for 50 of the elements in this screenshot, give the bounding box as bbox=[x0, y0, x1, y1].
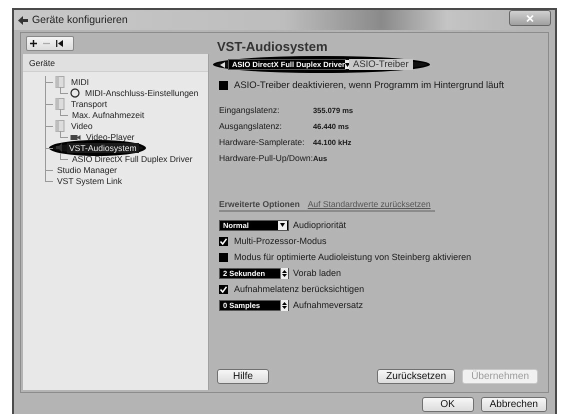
reset-icon[interactable] bbox=[56, 40, 63, 47]
option-label: Modus für optimierte Audioleistung von Steinberg aktivieren bbox=[234, 252, 472, 262]
port-icon bbox=[70, 88, 80, 98]
info-label: Ausgangslatenz: bbox=[219, 121, 283, 131]
tree-item[interactable]: Video-Player bbox=[84, 132, 137, 142]
checkbox[interactable] bbox=[219, 252, 228, 262]
left-arrow-icon bbox=[220, 62, 225, 68]
tree-item[interactable]: VST-Audiosystem bbox=[67, 142, 139, 152]
tree-item[interactable]: Transport bbox=[69, 98, 110, 108]
info-label: Hardware-Samplerate: bbox=[219, 137, 306, 147]
info-label: Hardware-Pull-Up/Down: bbox=[219, 153, 313, 163]
close-icon bbox=[526, 14, 534, 22]
checkbox[interactable] bbox=[219, 81, 228, 90]
speaker-icon bbox=[56, 143, 65, 152]
checkbox[interactable] bbox=[219, 236, 228, 246]
spinner-arrows-icon bbox=[280, 268, 288, 278]
folder-icon bbox=[55, 76, 66, 88]
tree-item[interactable]: Max. Aufnahmezeit bbox=[70, 110, 146, 120]
tree-item[interactable]: MIDI-Anschluss-Einstellungen bbox=[83, 88, 200, 98]
folder-icon bbox=[55, 120, 66, 132]
close-button[interactable] bbox=[509, 10, 551, 26]
option-label: Aufnahmelatenz berücksichtigen bbox=[234, 284, 364, 294]
folder-icon bbox=[55, 98, 66, 110]
add-icon[interactable] bbox=[30, 40, 37, 47]
tree-item[interactable]: ASIO DirectX Full Duplex Driver bbox=[70, 154, 194, 164]
tree-item[interactable]: VST System Link bbox=[55, 176, 124, 186]
option-label: Multi-Prozessor-Modus bbox=[234, 236, 327, 246]
tree-item[interactable]: MIDI bbox=[69, 76, 91, 86]
info-label: Eingangslatenz: bbox=[219, 105, 280, 115]
tree-item[interactable]: Video bbox=[69, 120, 95, 130]
option-label: Vorab laden bbox=[293, 268, 342, 278]
dropdown-arrow-icon bbox=[278, 220, 287, 230]
tree-header: Geräte bbox=[23, 54, 208, 72]
app-icon bbox=[18, 16, 28, 24]
reset-button[interactable]: Zurücksetzen bbox=[377, 369, 456, 384]
checkbox[interactable] bbox=[219, 284, 228, 294]
page-title: VST-Audiosystem bbox=[217, 39, 329, 54]
section-title: Erweiterte Optionen bbox=[219, 199, 300, 209]
option-label: Audiopriorität bbox=[293, 220, 346, 230]
option-label: Aufnahmeversatz bbox=[293, 300, 364, 310]
reset-defaults-link[interactable]: Auf Standardwerte zurücksetzen bbox=[308, 199, 431, 209]
driver-label: ASIO-Treiber bbox=[349, 59, 413, 70]
tree-item[interactable]: Studio Manager bbox=[55, 164, 120, 174]
cancel-button[interactable]: Abbrechen bbox=[480, 397, 547, 412]
spinner-arrows-icon bbox=[280, 300, 288, 310]
window-title: Geräte konfigurieren bbox=[32, 14, 129, 26]
help-button[interactable]: Hilfe bbox=[217, 369, 269, 384]
camera-icon bbox=[70, 132, 81, 140]
checkbox-label: ASIO-Treiber deaktivieren, wenn Programm im Hintergrund läuft bbox=[234, 80, 504, 91]
ok-button[interactable]: OK bbox=[422, 397, 474, 412]
